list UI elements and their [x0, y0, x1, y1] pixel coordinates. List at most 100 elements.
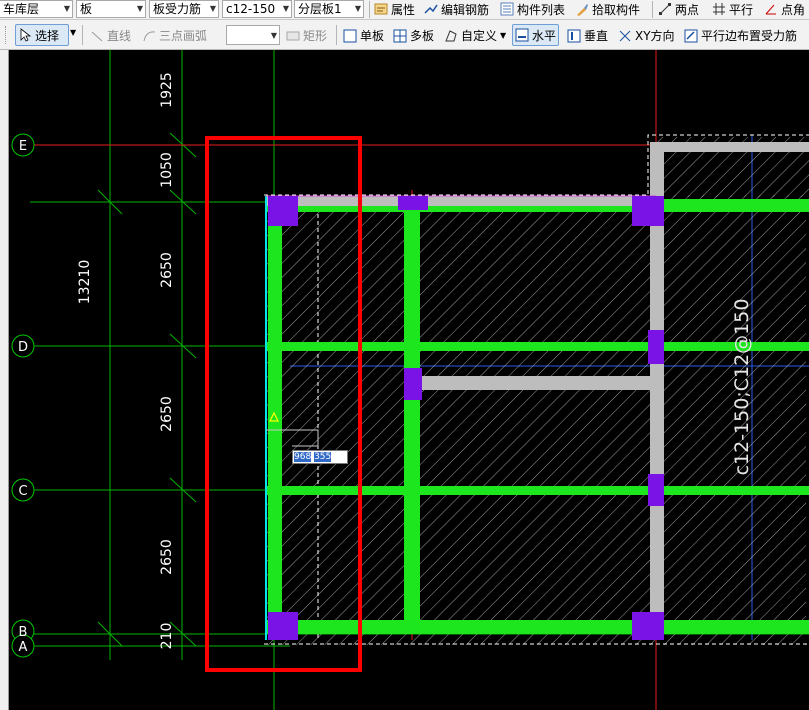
chevron-down-icon: ▼	[63, 4, 70, 13]
toolbar-draw: 选择 ▼ 直线 三点画弧 ▼ 矩形 单板 多板 自定义 ▼ 水平 垂直 XY方向	[0, 20, 809, 50]
properties-button[interactable]: 属性	[374, 0, 415, 18]
coordinate-input[interactable]: 968 355	[292, 450, 348, 464]
drawing-svg: E D C B A 1925 1050 2650 2650 2650 210 1…	[11, 50, 809, 710]
component-list-button[interactable]: 构件列表	[500, 0, 565, 18]
slab-panels	[266, 137, 809, 645]
properties-icon	[374, 2, 388, 16]
select-dropdown[interactable]: ▼	[70, 28, 76, 37]
floor-select[interactable]: 车库层 ▼	[0, 0, 73, 18]
chevron-down-icon: ▼	[354, 4, 361, 13]
toolbar-separator	[82, 25, 83, 45]
edit-rebar-label: 编辑钢筋	[441, 2, 490, 17]
dim-2650-a: 2650	[159, 252, 175, 288]
single-board-label: 单板	[360, 29, 385, 43]
two-point-label: 两点	[675, 2, 700, 17]
chevron-down-icon: ▼	[500, 31, 507, 40]
type-select-value: 板	[80, 2, 93, 16]
arc-label: 三点画弧	[159, 29, 208, 43]
dim-total: 13210	[77, 260, 93, 305]
rebar-annotation: c12-150;C12@150	[731, 299, 753, 476]
subtype-select-value: 板受力筋	[153, 2, 202, 16]
column	[268, 612, 298, 640]
rect-label: 矩形	[303, 29, 328, 43]
parallel-edge-icon	[684, 29, 698, 43]
multi-board-button[interactable]: 多板	[393, 27, 434, 44]
drawing-canvas[interactable]: E D C B A 1925 1050 2650 2650 2650 210 1…	[0, 50, 809, 710]
edit-rebar-icon	[424, 2, 438, 16]
properties-label: 属性	[391, 2, 416, 17]
pick-component-button[interactable]: 拾取构件	[575, 0, 640, 18]
axis-labels: E D C B A	[18, 139, 28, 655]
rect-button[interactable]: 矩形	[286, 27, 327, 44]
shape-select[interactable]: ▼	[226, 25, 280, 45]
cursor-icon	[18, 28, 32, 42]
parallel-edge-button[interactable]: 平行边布置受力筋	[684, 27, 797, 44]
horizontal-label: 水平	[532, 28, 557, 43]
xy-direction-label: XY方向	[635, 29, 675, 43]
two-point-icon	[658, 2, 672, 16]
select-button[interactable]: 选择	[15, 24, 69, 46]
xy-direction-button[interactable]: XY方向	[618, 27, 675, 44]
vertical-label: 垂直	[584, 29, 609, 43]
dim-2650-b: 2650	[159, 396, 175, 432]
chevron-down-icon: ▼	[270, 31, 277, 40]
vertical-button[interactable]: 垂直	[567, 27, 608, 44]
pick-icon	[575, 2, 589, 16]
dimension-texts: 1925 1050 2650 2650 2650 210 13210	[77, 72, 175, 649]
axis-label-b: B	[19, 625, 28, 640]
xy-direction-icon	[618, 29, 632, 43]
custom-icon	[444, 29, 458, 43]
layer-select[interactable]: 分层板1 ▼	[294, 0, 364, 18]
axis-label-d: D	[18, 340, 28, 355]
rebar-select[interactable]: c12-150 ▼	[222, 0, 292, 18]
axis-label-a: A	[19, 640, 28, 655]
column	[404, 368, 422, 400]
pick-component-label: 拾取构件	[592, 2, 641, 17]
line-label: 直线	[107, 29, 132, 43]
parallel-button[interactable]: 平行	[712, 0, 753, 18]
component-list-label: 构件列表	[517, 2, 566, 17]
left-panel-edge[interactable]	[0, 50, 9, 710]
horizontal-button[interactable]: 水平	[512, 24, 560, 46]
multi-board-icon	[393, 29, 407, 43]
toolbar-separator	[369, 1, 370, 18]
single-board-icon	[343, 29, 357, 43]
layer-select-value: 分层板1	[298, 2, 342, 16]
type-select[interactable]: 板 ▼	[76, 0, 146, 18]
point-angle-button[interactable]: 点角	[764, 0, 805, 18]
custom-button[interactable]: 自定义 ▼	[444, 27, 506, 44]
axis-label-c: C	[18, 484, 27, 499]
dim-1050: 1050	[159, 152, 175, 188]
arc-button[interactable]: 三点画弧	[142, 27, 207, 44]
column	[648, 474, 664, 506]
floor-select-value: 车库层	[3, 2, 40, 16]
two-point-button[interactable]: 两点	[658, 0, 699, 18]
toolbar-top: 车库层 ▼ 板 ▼ 板受力筋 ▼ c12-150 ▼ 分层板1 ▼ 属性 编辑钢筋 构件列…	[0, 0, 809, 20]
custom-label: 自定义	[461, 29, 498, 43]
point-angle-label: 点角	[781, 2, 806, 17]
dim-2650-c: 2650	[159, 539, 175, 575]
chevron-down-icon: ▼	[209, 4, 216, 13]
chevron-down-icon: ▼	[70, 28, 77, 37]
line-button[interactable]: 直线	[90, 27, 131, 44]
subtype-select[interactable]: 板受力筋 ▼	[149, 0, 219, 18]
rectangle-icon	[286, 29, 300, 43]
select-label: 选择	[35, 28, 60, 43]
toolbar-separator	[652, 1, 653, 18]
edit-rebar-button[interactable]: 编辑钢筋	[424, 0, 489, 18]
multi-board-label: 多板	[410, 29, 435, 43]
column	[632, 612, 664, 640]
parallel-label: 平行	[729, 2, 754, 17]
column	[648, 330, 664, 364]
toolbar-separator	[336, 25, 337, 45]
vertical-icon	[567, 29, 581, 43]
toolbar-grip	[5, 26, 10, 44]
arc-icon	[142, 29, 156, 43]
horizontal-icon	[515, 28, 529, 42]
parallel-icon	[712, 2, 726, 16]
column	[632, 196, 664, 226]
parallel-edge-label: 平行边布置受力筋	[701, 29, 798, 43]
single-board-button[interactable]: 单板	[343, 27, 384, 44]
coordinate-value: 968	[294, 452, 312, 462]
column	[268, 196, 298, 226]
